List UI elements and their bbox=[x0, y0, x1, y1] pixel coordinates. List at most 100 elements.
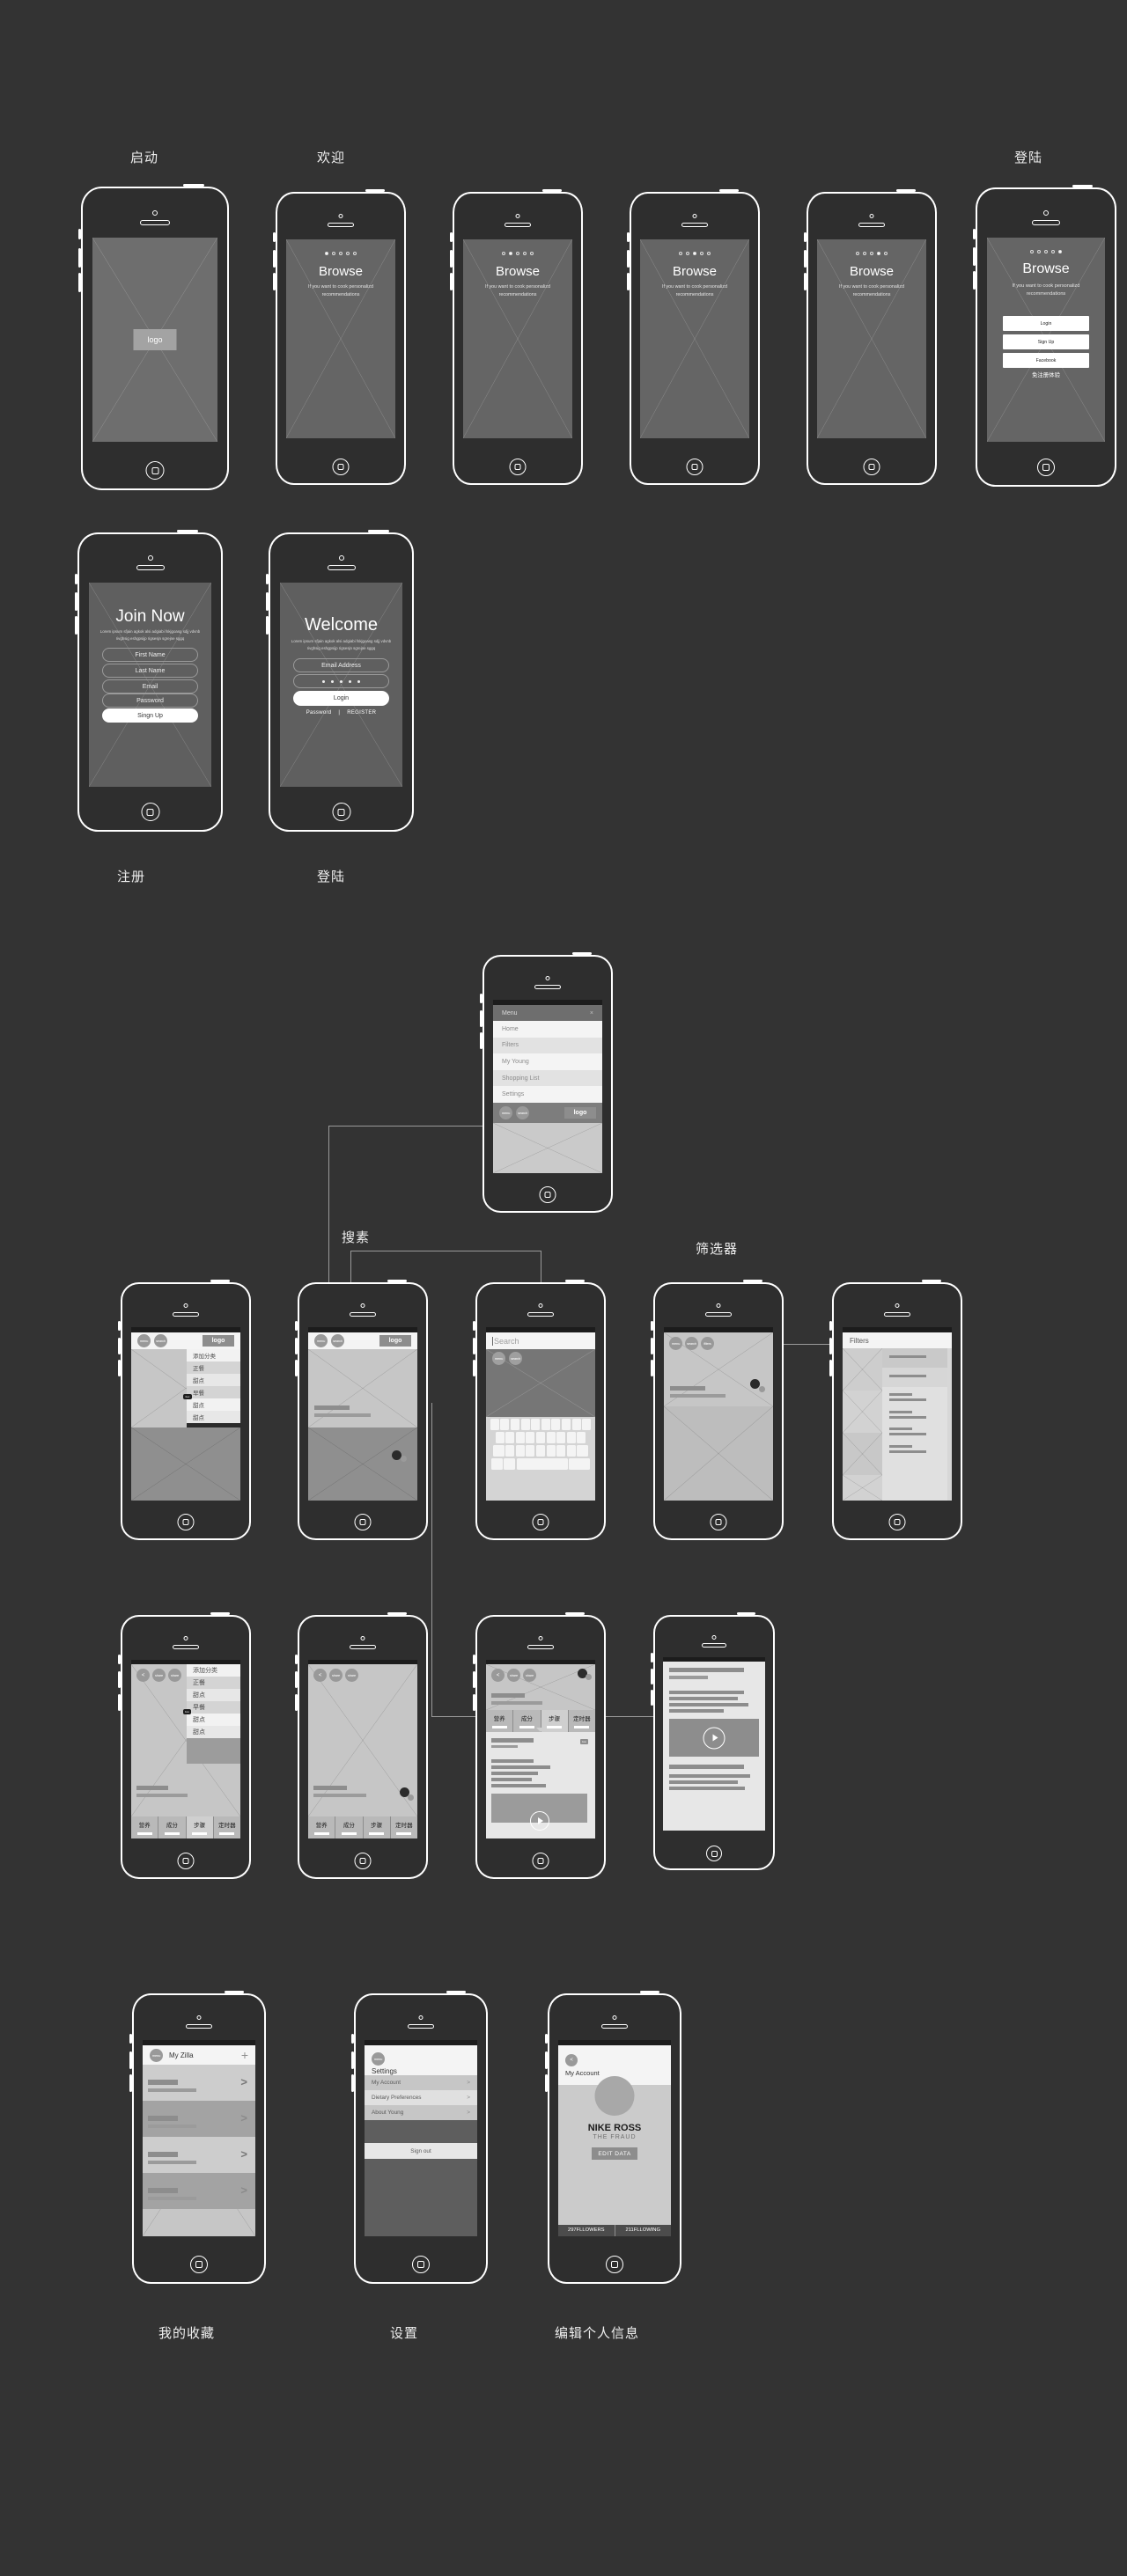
free-trial-link[interactable]: 免注册体验 bbox=[987, 371, 1105, 378]
menu-item-home[interactable]: Home bbox=[493, 1021, 602, 1038]
home-button[interactable] bbox=[177, 1853, 195, 1869]
forgot-password-link[interactable]: Password bbox=[306, 710, 332, 716]
home-button[interactable] bbox=[532, 1853, 549, 1869]
filter-row[interactable] bbox=[882, 1368, 947, 1387]
home-button[interactable] bbox=[412, 2256, 430, 2273]
email-field[interactable]: Email bbox=[102, 679, 198, 694]
following-stat[interactable]: 211FLLOWING bbox=[615, 2225, 672, 2236]
signup-button[interactable]: Sign Up bbox=[1003, 334, 1089, 349]
back-icon[interactable]: < bbox=[136, 1669, 150, 1682]
home-button[interactable] bbox=[509, 459, 527, 475]
edit-data-button[interactable]: EDIT DATA bbox=[592, 2147, 637, 2160]
home-button[interactable] bbox=[145, 461, 165, 480]
home-button[interactable] bbox=[888, 1514, 906, 1530]
menu-item-shopping-list[interactable]: Shopping List bbox=[493, 1069, 602, 1087]
share-icon[interactable]: share bbox=[329, 1669, 343, 1682]
search-icon[interactable]: search bbox=[509, 1352, 522, 1365]
menu-icon[interactable]: menu bbox=[492, 1352, 505, 1365]
search-icon[interactable]: search bbox=[685, 1337, 698, 1350]
home-button[interactable] bbox=[190, 2256, 208, 2273]
home-button[interactable] bbox=[710, 1514, 727, 1530]
followers-stat[interactable]: 297FLLOWERS bbox=[558, 2225, 615, 2236]
tab-nutrition[interactable]: 营养 bbox=[131, 1816, 159, 1838]
home-button[interactable] bbox=[354, 1514, 372, 1530]
dropdown-header[interactable]: 添加分类 bbox=[187, 1664, 240, 1677]
home-button[interactable] bbox=[863, 459, 880, 475]
home-button[interactable] bbox=[332, 803, 350, 821]
back-icon[interactable]: < bbox=[565, 2054, 578, 2066]
facebook-button[interactable]: Facebook bbox=[1003, 353, 1089, 368]
dropdown-item[interactable]: 甜点 bbox=[187, 1411, 240, 1423]
video-thumbnail[interactable] bbox=[491, 1794, 587, 1831]
tab-timer[interactable]: 定时器 bbox=[214, 1816, 240, 1838]
fab-secondary[interactable] bbox=[586, 1674, 592, 1680]
home-button[interactable] bbox=[332, 459, 350, 475]
menu-icon[interactable]: menu bbox=[669, 1337, 682, 1350]
share-icon[interactable]: share bbox=[168, 1669, 181, 1682]
share-icon[interactable]: share bbox=[507, 1669, 520, 1682]
menu-item-filters[interactable]: Filters bbox=[493, 1037, 602, 1054]
fab-secondary[interactable] bbox=[408, 1794, 414, 1801]
dropdown-item[interactable]: 甜点 bbox=[187, 1726, 240, 1738]
menu-icon[interactable]: menu bbox=[499, 1106, 512, 1119]
menu-item-my-young[interactable]: My Young bbox=[493, 1053, 602, 1070]
settings-item-about[interactable]: About Young > bbox=[365, 2105, 477, 2120]
play-icon[interactable] bbox=[703, 1727, 726, 1749]
home-button[interactable] bbox=[686, 459, 703, 475]
search-icon[interactable]: search bbox=[154, 1334, 167, 1347]
email-field[interactable]: Email Address bbox=[293, 658, 389, 672]
tab-steps[interactable]: 步骤 bbox=[364, 1816, 391, 1838]
add-icon[interactable]: + bbox=[241, 2048, 248, 2062]
menu-icon[interactable]: menu bbox=[314, 1334, 328, 1347]
tab-timer[interactable]: 定时器 bbox=[569, 1710, 595, 1732]
tab-steps[interactable]: 步骤 bbox=[186, 1816, 214, 1838]
play-icon[interactable] bbox=[529, 1811, 549, 1831]
filters-icon[interactable]: filters bbox=[701, 1337, 714, 1350]
home-button[interactable] bbox=[532, 1514, 549, 1530]
tab-ingredients[interactable]: 成分 bbox=[335, 1816, 364, 1838]
search-icon[interactable]: search bbox=[516, 1106, 529, 1119]
list-item[interactable]: > bbox=[143, 2173, 255, 2209]
signup-submit-button[interactable]: Singn Up bbox=[102, 708, 198, 723]
home-button[interactable] bbox=[1037, 459, 1055, 476]
list-item[interactable]: > bbox=[143, 2065, 255, 2101]
fab-secondary[interactable] bbox=[401, 1456, 407, 1462]
tab-timer[interactable]: 定时器 bbox=[391, 1816, 417, 1838]
tab-nutrition[interactable]: 营养 bbox=[308, 1816, 336, 1838]
dropdown-item[interactable]: 甜点 bbox=[187, 1374, 240, 1386]
login-submit-button[interactable]: Login bbox=[293, 691, 389, 706]
list-item[interactable]: > bbox=[143, 2137, 255, 2173]
sign-out-button[interactable]: Sign out bbox=[365, 2143, 477, 2159]
menu-icon[interactable]: menu bbox=[137, 1334, 151, 1347]
dropdown-item[interactable]: 正餐 bbox=[187, 1361, 240, 1374]
first-name-field[interactable]: First Name bbox=[102, 648, 198, 662]
tab-ingredients[interactable]: 成分 bbox=[158, 1816, 187, 1838]
share-icon[interactable]: share bbox=[523, 1669, 536, 1682]
dropdown-item[interactable]: 正餐 bbox=[187, 1677, 240, 1689]
menu-icon[interactable]: menu bbox=[372, 2052, 385, 2066]
dropdown-item[interactable]: 早餐 bbox=[187, 1386, 240, 1398]
menu-item-settings[interactable]: Settings bbox=[493, 1086, 602, 1103]
dropdown-header[interactable]: 添加分类 bbox=[187, 1349, 240, 1361]
back-icon[interactable]: < bbox=[491, 1669, 505, 1682]
password-field[interactable] bbox=[293, 674, 389, 688]
fab-secondary[interactable] bbox=[759, 1386, 765, 1392]
register-link[interactable]: REGISTER bbox=[347, 710, 376, 716]
back-icon[interactable]: < bbox=[313, 1669, 327, 1682]
dropdown-item[interactable]: 早餐 bbox=[187, 1701, 240, 1714]
search-field[interactable]: Search bbox=[486, 1332, 595, 1349]
home-button[interactable] bbox=[606, 2256, 623, 2273]
menu-icon[interactable]: menu bbox=[150, 2048, 163, 2062]
dropdown-item[interactable]: 甜点 bbox=[187, 1398, 240, 1411]
home-button[interactable] bbox=[539, 1186, 556, 1203]
settings-item-dietary[interactable]: Dietary Preferences > bbox=[365, 2090, 477, 2105]
login-button[interactable]: Login bbox=[1003, 316, 1089, 331]
home-button[interactable] bbox=[177, 1514, 195, 1530]
home-button[interactable] bbox=[141, 803, 159, 821]
share-icon[interactable]: share bbox=[345, 1669, 358, 1682]
tab-steps[interactable]: 步骤 bbox=[541, 1710, 569, 1732]
home-button[interactable] bbox=[706, 1846, 722, 1861]
list-item[interactable]: > bbox=[143, 2101, 255, 2137]
video-thumbnail[interactable] bbox=[669, 1719, 759, 1757]
search-icon[interactable]: search bbox=[331, 1334, 344, 1347]
